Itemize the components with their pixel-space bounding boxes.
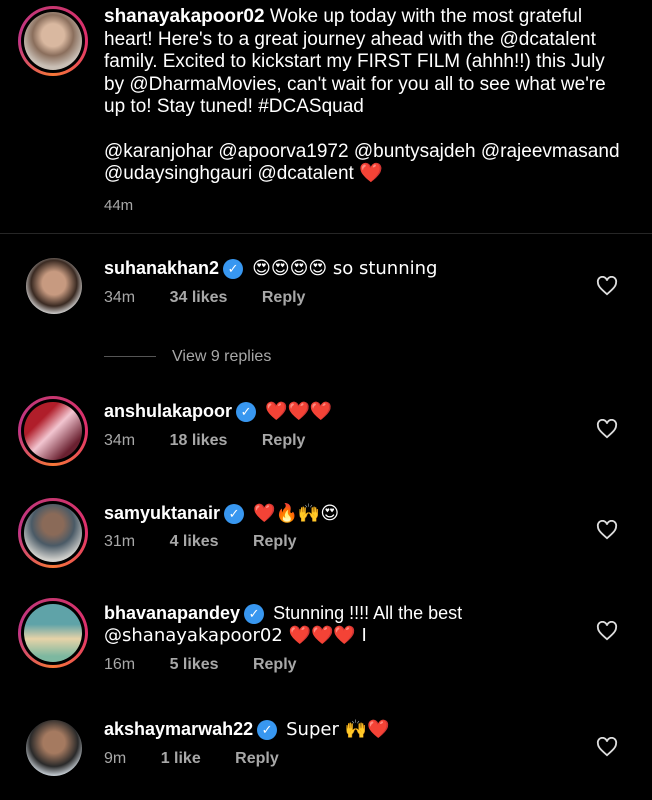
comment-time: 34m: [104, 289, 136, 306]
comment-text: Super 🙌❤️: [286, 719, 390, 740]
comment-likes[interactable]: 1 like: [161, 750, 201, 767]
comment-likes[interactable]: 18 likes: [170, 432, 228, 449]
caption-mentions[interactable]: @karanjohar @apoorva1972 @buntysajdeh @r…: [104, 141, 624, 186]
comment-time: 31m: [104, 533, 136, 550]
story-ring[interactable]: [18, 396, 88, 466]
reply-button[interactable]: Reply: [253, 533, 297, 550]
heart-outline-icon[interactable]: [596, 419, 618, 439]
comment-likes[interactable]: 4 likes: [170, 533, 219, 550]
comment-text: ❤️❤️❤️: [265, 401, 333, 422]
verified-badge-icon: ✓: [223, 259, 244, 280]
comment-text: ❤️🔥🙌😍: [253, 503, 340, 524]
heart-outline-icon[interactable]: [596, 621, 618, 641]
comment-time: 9m: [104, 750, 127, 767]
avatar[interactable]: [24, 402, 82, 460]
post-caption: shanayakapoor02 Woke up today with the m…: [0, 0, 652, 234]
story-ring[interactable]: [18, 498, 88, 568]
comment-username[interactable]: anshulakapoor: [104, 401, 232, 421]
heart-outline-icon[interactable]: [596, 737, 618, 757]
comment-text-line2: @shanayakapoor02 ❤️❤️❤️ I: [104, 625, 367, 646]
avatar[interactable]: [24, 504, 82, 562]
caption-text: shanayakapoor02 Woke up today with the m…: [104, 6, 624, 186]
story-ring[interactable]: [18, 6, 88, 76]
caption-timestamp: 44m: [104, 197, 134, 214]
view-replies-button[interactable]: View 9 replies: [104, 348, 271, 366]
avatar[interactable]: [24, 604, 82, 662]
reply-button[interactable]: Reply: [262, 432, 306, 449]
comment-username[interactable]: samyuktanair: [104, 503, 220, 523]
caption-username[interactable]: shanayakapoor02: [104, 6, 265, 27]
comment-text: Stunning !!!! All the best: [273, 603, 463, 623]
comment-username[interactable]: bhavanapandey: [104, 603, 240, 623]
heart-outline-icon[interactable]: [596, 276, 618, 296]
comment-username[interactable]: suhanakhan2: [104, 258, 219, 278]
verified-badge-icon: ✓: [244, 604, 265, 625]
comment-text: 😍😍😍😍 so stunning: [252, 258, 438, 279]
comment-time: 16m: [104, 656, 136, 673]
comment-likes[interactable]: 5 likes: [170, 656, 219, 673]
comment-username[interactable]: akshaymarwah22: [104, 719, 253, 739]
verified-badge-icon: ✓: [224, 504, 245, 525]
reply-button[interactable]: Reply: [253, 656, 297, 673]
verified-badge-icon: ✓: [236, 402, 257, 423]
reply-button[interactable]: Reply: [262, 289, 306, 306]
avatar[interactable]: [26, 720, 82, 776]
comment-time: 34m: [104, 432, 136, 449]
view-replies-label[interactable]: View 9 replies: [172, 348, 271, 365]
story-ring[interactable]: [18, 598, 88, 668]
reply-button[interactable]: Reply: [235, 750, 279, 767]
comment-likes[interactable]: 34 likes: [170, 289, 228, 306]
avatar[interactable]: [26, 258, 82, 314]
verified-badge-icon: ✓: [257, 720, 278, 741]
heart-outline-icon[interactable]: [596, 520, 618, 540]
avatar[interactable]: [24, 12, 82, 70]
replies-divider: [104, 356, 156, 358]
